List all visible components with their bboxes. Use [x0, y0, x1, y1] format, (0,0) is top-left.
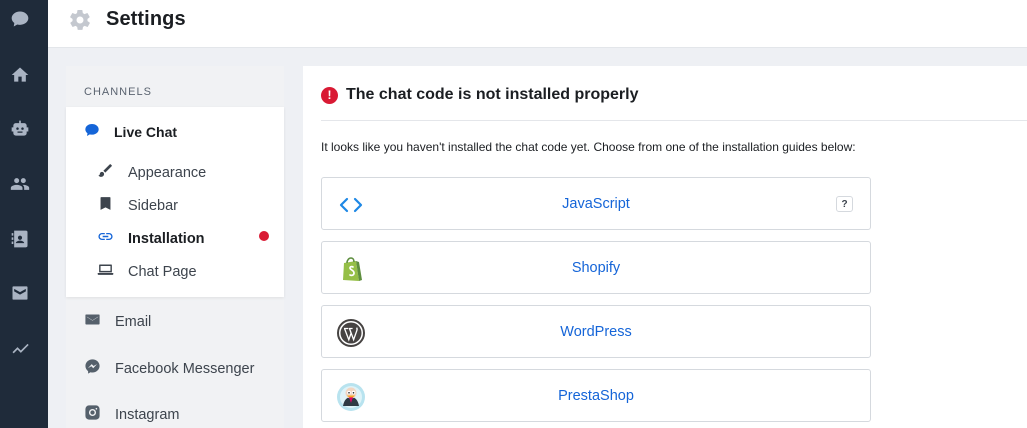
alert-dot [259, 231, 269, 241]
bot-icon[interactable] [9, 118, 31, 140]
page-header: Settings [48, 0, 1027, 48]
channel-label: Live Chat [114, 123, 178, 140]
guide-label: JavaScript [562, 196, 630, 212]
section-label: CHANNELS [84, 86, 152, 98]
guide-label: WordPress [560, 324, 632, 340]
instagram-icon [84, 404, 101, 425]
help-button[interactable]: ? [836, 196, 853, 212]
channel-email[interactable]: Email [84, 311, 151, 332]
app-rail [0, 0, 48, 428]
link-icon [97, 228, 114, 249]
inbox-icon[interactable] [9, 282, 31, 304]
error-icon: ! [321, 86, 338, 104]
chat-bubble-icon [84, 122, 100, 141]
guide-wordpress[interactable]: WordPress [321, 305, 871, 358]
address-book-icon[interactable] [9, 228, 31, 250]
installation-panel: ! The chat code is not installed properl… [303, 66, 1027, 428]
sidebar-item-sidebar[interactable]: Sidebar [97, 195, 178, 216]
alert-title: The chat code is not installed properly [346, 86, 639, 103]
sidebar-item-label: Installation [128, 230, 205, 247]
guide-shopify[interactable]: Shopify [321, 241, 871, 294]
guide-javascript[interactable]: JavaScript ? [321, 177, 871, 230]
guide-label: Shopify [571, 260, 621, 276]
channel-instagram[interactable]: Instagram [84, 404, 179, 425]
contacts-icon[interactable] [9, 173, 31, 195]
sidebar-item-installation[interactable]: Installation [97, 228, 205, 249]
bookmark-icon [97, 195, 114, 216]
gear-icon [68, 8, 92, 32]
sidebar-item-appearance[interactable]: Appearance [97, 162, 206, 183]
guide-label: PrestaShop [558, 388, 634, 404]
brush-icon [97, 162, 114, 183]
laptop-icon [97, 261, 114, 282]
channel-label: Facebook Messenger [115, 360, 255, 377]
messenger-icon [84, 358, 101, 379]
channel-label: Instagram [115, 406, 180, 423]
channel-label: Email [115, 313, 152, 330]
home-icon[interactable] [9, 64, 31, 86]
settings-sidebar: CHANNELS Live Chat Appearance Sidebar In… [66, 66, 284, 428]
sidebar-item-label: Sidebar [128, 197, 178, 214]
chat-bubble-icon[interactable] [9, 8, 31, 30]
channel-facebook-messenger[interactable]: Facebook Messenger [84, 358, 254, 379]
sidebar-item-chat-page[interactable]: Chat Page [97, 261, 197, 282]
channel-live-chat[interactable]: Live Chat [84, 122, 177, 141]
intro-text: It looks like you haven't installed the … [321, 140, 856, 154]
analytics-icon[interactable] [9, 337, 31, 359]
active-channel-card: Live Chat Appearance Sidebar Installatio… [66, 107, 284, 297]
sidebar-item-label: Chat Page [128, 263, 197, 280]
envelope-icon [84, 311, 101, 332]
divider [321, 120, 1027, 121]
sidebar-item-label: Appearance [128, 164, 207, 181]
guide-prestashop[interactable]: PrestaShop [321, 369, 871, 422]
page-title: Settings [106, 8, 186, 30]
install-alert: ! The chat code is not installed properl… [321, 86, 639, 104]
